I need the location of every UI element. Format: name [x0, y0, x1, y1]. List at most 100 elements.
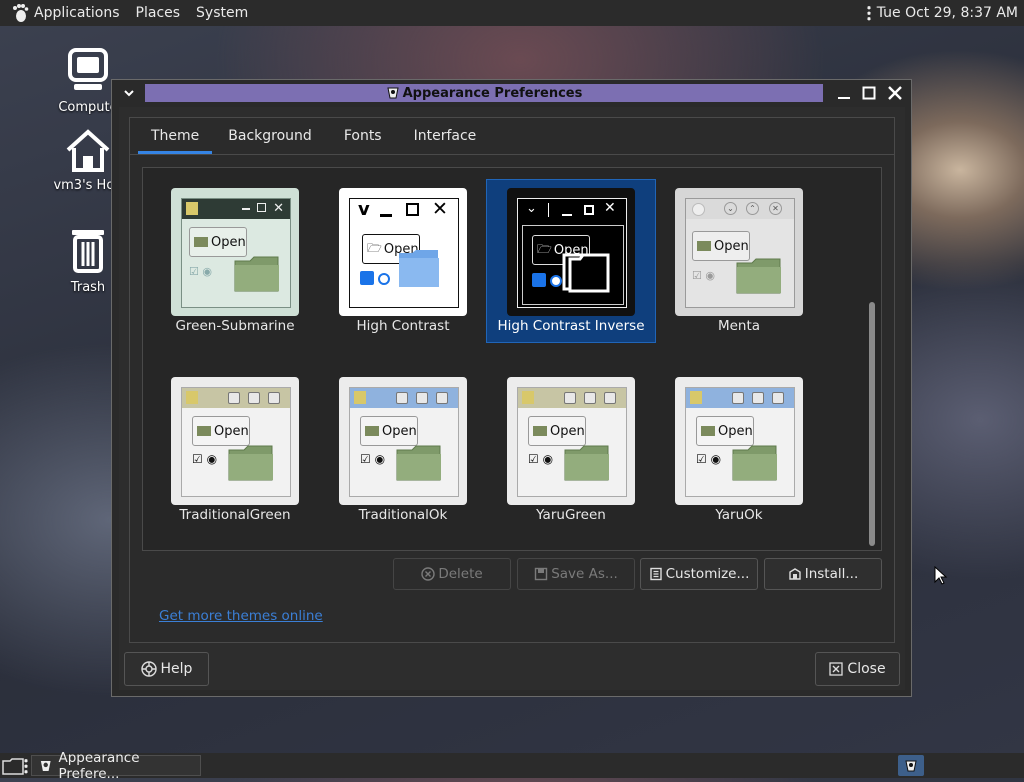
theme-item[interactable]: ⌄ ✕ 🗁 Open High Contrast Inverse	[486, 179, 656, 343]
chevron-down-icon	[124, 90, 134, 97]
theme-name: Green-Submarine	[175, 318, 295, 334]
close-icon	[604, 392, 616, 404]
taskbar-button-label: Appearance Prefere...	[58, 749, 140, 782]
folder-icon	[701, 426, 715, 436]
taskbar-button-appearance[interactable]: Appearance Prefere...	[31, 750, 201, 782]
theme-item[interactable]: Open ☑ ◉ YaruOk	[655, 369, 823, 531]
gnome-foot-icon	[13, 4, 29, 22]
theme-thumbnail: ✕ Open ☑ ◉	[171, 188, 299, 316]
folder-icon	[194, 237, 208, 247]
maximize-icon: ⌃	[746, 202, 759, 215]
folder-icon	[365, 426, 379, 436]
app-icon	[186, 391, 198, 404]
vertical-scrollbar[interactable]	[867, 176, 877, 546]
customize-icon	[649, 567, 662, 581]
delete-icon	[421, 567, 436, 581]
preview-open-button: Open	[360, 416, 418, 446]
folder-icon: 🗁	[537, 241, 552, 256]
window-menu-button[interactable]	[118, 83, 140, 103]
app-icon	[690, 391, 702, 404]
checkbox-icon: ☑ ◉	[528, 452, 554, 466]
preview-open-label: Open	[550, 423, 585, 439]
window-content: Theme Background Fonts Interface ✕ Open …	[119, 107, 905, 690]
save-icon	[535, 567, 548, 581]
install-icon	[789, 568, 801, 580]
home-icon	[66, 129, 110, 172]
maximize-icon	[752, 392, 764, 404]
tab-background[interactable]: Background	[212, 118, 328, 154]
preview-open-button: Open	[189, 227, 247, 257]
chevron-down-icon: v	[358, 199, 370, 220]
maximize-icon	[862, 86, 876, 100]
panel-handle-icon[interactable]	[24, 758, 28, 774]
minimize-icon	[564, 392, 576, 404]
show-desktop-icon[interactable]	[2, 757, 24, 775]
maximize-icon	[257, 203, 266, 212]
window-title: Appearance Preferences	[402, 85, 583, 101]
panel-handle-icon[interactable]	[866, 5, 871, 21]
close-button[interactable]: Close	[815, 652, 900, 686]
get-more-themes-link[interactable]: Get more themes online	[159, 608, 323, 624]
theme-name: TraditionalOk	[358, 507, 448, 523]
minimize-icon	[380, 214, 392, 217]
window-title-strip: Appearance Preferences	[145, 84, 823, 102]
tab-theme[interactable]: Theme	[138, 118, 213, 154]
mouse-pointer-icon	[934, 566, 948, 585]
close-window-button[interactable]	[884, 83, 906, 103]
maximize-button[interactable]	[858, 83, 880, 103]
minimize-icon	[732, 392, 744, 404]
folder-icon	[564, 444, 610, 481]
minimize-button[interactable]	[833, 83, 855, 103]
theme-item[interactable]: ✕ Open ☑ ◉ Green-Submarine	[151, 180, 319, 342]
preview-open-label: Open	[211, 234, 246, 250]
theme-item[interactable]: Open ☑ ◉ YaruGreen	[487, 369, 655, 531]
theme-thumbnail: Open ☑ ◉	[339, 377, 467, 505]
applications-menu[interactable]: Applications	[0, 0, 128, 26]
checkbox-icon	[360, 271, 391, 289]
theme-item[interactable]: ⌄ ⌃ ✕ Open ☑ ◉ Menta	[655, 180, 823, 342]
theme-item[interactable]: v ✕ 🗁 Open High Contrast	[319, 180, 487, 342]
app-icon	[522, 391, 534, 404]
window-titlebar[interactable]: Appearance Preferences	[112, 80, 911, 106]
menu-applications-label: Applications	[34, 5, 120, 21]
install-button[interactable]: Install...	[764, 558, 882, 590]
appearance-app-icon	[39, 759, 52, 772]
install-label: Install...	[804, 566, 859, 582]
system-menu[interactable]: System	[188, 0, 256, 26]
scrollbar-thumb[interactable]	[869, 302, 875, 546]
folder-icon	[197, 426, 211, 436]
help-button[interactable]: Help	[124, 652, 209, 686]
theme-thumbnail: Open ☑ ◉	[507, 377, 635, 505]
close-icon	[772, 392, 784, 404]
help-label: Help	[160, 661, 193, 677]
menu-places-label: Places	[135, 5, 181, 21]
minimize-icon	[242, 208, 250, 210]
theme-item[interactable]: Open ☑ ◉ TraditionalOk	[319, 369, 487, 531]
checkbox-icon: ☑ ◉	[360, 452, 386, 466]
tab-fonts[interactable]: Fonts	[328, 118, 398, 154]
maximize-icon	[584, 392, 596, 404]
app-icon	[186, 202, 198, 215]
customize-button[interactable]: Customize...	[640, 558, 758, 590]
tab-bar: Theme Background Fonts Interface	[130, 118, 894, 155]
preview-open-button: Open	[192, 416, 250, 446]
maximize-icon	[406, 203, 419, 216]
save-as-button[interactable]: Save As...	[517, 558, 635, 590]
workspace-switcher[interactable]	[898, 755, 924, 776]
app-icon	[354, 391, 366, 404]
close-label: Close	[847, 661, 886, 677]
theme-name: TraditionalGreen	[179, 507, 291, 523]
places-menu[interactable]: Places	[128, 0, 189, 26]
theme-icon-view[interactable]: ✕ Open ☑ ◉ Green-Submarine v ✕ 🗁 Open Hi…	[142, 167, 882, 551]
trash-icon	[72, 230, 104, 273]
minimize-icon	[562, 214, 572, 216]
checkbox-icon: ☑ ◉	[189, 265, 212, 278]
tab-interface[interactable]: Interface	[398, 118, 493, 154]
folder-icon	[562, 249, 610, 293]
theme-item[interactable]: Open ☑ ◉ TraditionalGreen	[151, 369, 319, 531]
folder-icon	[228, 444, 274, 481]
checkbox-icon: ☑ ◉	[692, 269, 715, 282]
delete-label: Delete	[438, 566, 483, 582]
clock[interactable]: Tue Oct 29, 8:37 AM	[877, 5, 1018, 21]
delete-button[interactable]: Delete	[393, 558, 511, 590]
